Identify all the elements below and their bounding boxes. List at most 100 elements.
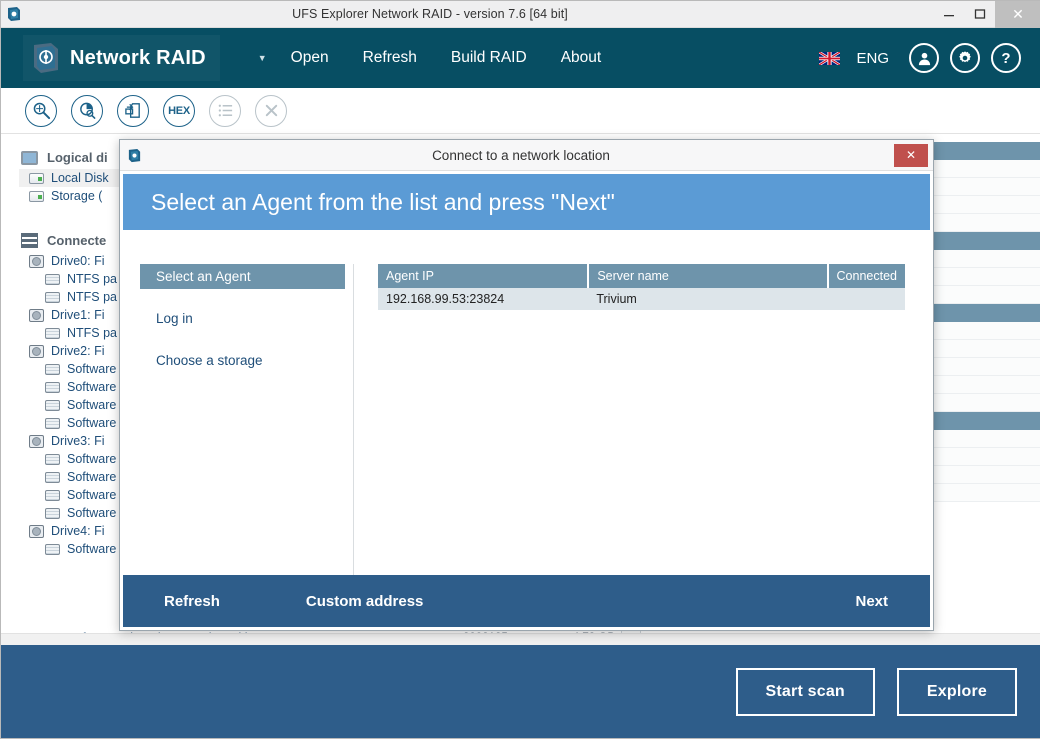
application-window: UFS Explorer Network RAID - version 7.6 … bbox=[0, 0, 1040, 739]
help-icon[interactable]: ? bbox=[991, 43, 1021, 73]
partition-icon bbox=[45, 363, 60, 375]
drive-icon bbox=[29, 524, 44, 538]
tree-section-logical-label: Logical di bbox=[47, 150, 108, 165]
tree-item-label: NTFS pa bbox=[67, 272, 118, 286]
agent-table: Agent IP Server name Connected 192.168.9… bbox=[378, 264, 905, 310]
partition-icon bbox=[45, 327, 60, 339]
tree-item-label: Software bbox=[67, 380, 117, 394]
table-row[interactable]: 192.168.99.53:23824 Trivium bbox=[378, 288, 905, 310]
server-icon bbox=[21, 233, 38, 248]
tree-item-label: Drive2: Fi bbox=[51, 344, 105, 358]
hex-viewer-icon[interactable]: HEX bbox=[163, 94, 195, 127]
network-raid-logo-icon bbox=[31, 42, 61, 74]
tree-item-label: Software bbox=[67, 398, 117, 412]
chevron-down-icon[interactable]: ▼ bbox=[258, 53, 267, 63]
partition-icon bbox=[45, 543, 60, 555]
tree-item-label: Software bbox=[67, 470, 117, 484]
tree-item-label: Software bbox=[67, 416, 117, 430]
tree-item-label: Drive0: Fi bbox=[51, 254, 105, 268]
tree-item-label: Drive1: Fi bbox=[51, 308, 105, 322]
close-button[interactable]: ✕ bbox=[995, 0, 1040, 28]
step-choose-a-storage[interactable]: Choose a storage bbox=[140, 348, 345, 373]
column-server-name[interactable]: Server name bbox=[588, 264, 829, 288]
tree-item-label: Drive3: Fi bbox=[51, 434, 105, 448]
properties-list-icon[interactable] bbox=[209, 94, 241, 127]
scan-icon[interactable] bbox=[25, 94, 57, 127]
partition-icon bbox=[45, 417, 60, 429]
tree-item-label: Software bbox=[67, 488, 117, 502]
partition-icon bbox=[45, 399, 60, 411]
dialog-banner: Select an Agent from the list and press … bbox=[123, 174, 930, 230]
tree-item-label: Local Disk bbox=[51, 171, 109, 185]
partition-icon bbox=[45, 291, 60, 303]
gear-icon[interactable] bbox=[950, 43, 980, 73]
cell-connected bbox=[827, 288, 905, 310]
window-titlebar: UFS Explorer Network RAID - version 7.6 … bbox=[1, 0, 1040, 28]
bottom-action-bar: Start scan Explore bbox=[1, 645, 1040, 738]
start-scan-button[interactable]: Start scan bbox=[735, 667, 875, 716]
drive-icon bbox=[29, 344, 44, 358]
window-title: UFS Explorer Network RAID - version 7.6 … bbox=[292, 7, 568, 21]
tree-item-label: Software bbox=[67, 506, 117, 520]
drive-icon bbox=[29, 434, 44, 448]
drive-icon bbox=[29, 254, 44, 268]
dialog-footer: Refresh Custom address Next bbox=[123, 575, 930, 627]
brand-label: Network RAID bbox=[70, 46, 206, 69]
cell-agent-ip: 192.168.99.53:23824 bbox=[378, 288, 589, 310]
app-logo-icon bbox=[1, 1, 27, 28]
custom-address-button[interactable]: Custom address bbox=[292, 593, 438, 610]
tree-item-label: NTFS pa bbox=[67, 326, 118, 340]
maximize-button[interactable] bbox=[964, 1, 995, 28]
window-controls: ✕ bbox=[933, 0, 1040, 28]
nav-item-build-raid[interactable]: Build RAID bbox=[434, 43, 544, 73]
column-agent-ip[interactable]: Agent IP bbox=[378, 264, 590, 288]
tree-item-label: Software bbox=[67, 452, 117, 466]
dialog-app-icon bbox=[120, 148, 148, 163]
main-navbar: Network RAID ▼ Open Refresh Build RAID A… bbox=[1, 28, 1040, 88]
partition-icon bbox=[45, 489, 60, 501]
partition-icon bbox=[45, 273, 60, 285]
drive-icon bbox=[29, 308, 44, 322]
dialog-main-pane: Agent IP Server name Connected 192.168.9… bbox=[354, 264, 930, 575]
column-connected[interactable]: Connected bbox=[827, 264, 905, 288]
partition-icon bbox=[45, 507, 60, 519]
tree-item-label: Software bbox=[67, 542, 117, 556]
nav-links: ▼ Open Refresh Build RAID About bbox=[258, 43, 618, 73]
disk-icon bbox=[29, 190, 44, 202]
partition-icon bbox=[45, 381, 60, 393]
account-icon[interactable] bbox=[909, 43, 939, 73]
language-label[interactable]: ENG bbox=[856, 50, 889, 67]
step-select-an-agent[interactable]: Select an Agent bbox=[140, 264, 345, 289]
tree-section-connected-label: Connecte bbox=[47, 233, 107, 248]
dialog-close-button[interactable]: ✕ bbox=[894, 143, 928, 167]
tree-item-label: Storage ( bbox=[51, 189, 103, 203]
minimize-button[interactable] bbox=[933, 1, 964, 28]
step-log-in[interactable]: Log in bbox=[140, 306, 345, 331]
nav-item-refresh[interactable]: Refresh bbox=[346, 43, 434, 73]
next-button[interactable]: Next bbox=[841, 593, 902, 610]
nav-item-open[interactable]: Open bbox=[274, 43, 346, 73]
partition-icon bbox=[45, 453, 60, 465]
monitor-icon bbox=[21, 150, 38, 165]
connect-network-location-dialog: Connect to a network location ✕ Select a… bbox=[119, 139, 934, 631]
dialog-titlebar: Connect to a network location ✕ bbox=[120, 140, 933, 171]
close-storage-icon[interactable] bbox=[255, 94, 287, 127]
disk-usage-icon[interactable] bbox=[71, 94, 103, 127]
tree-item-label: Drive4: Fi bbox=[51, 524, 105, 538]
tree-item-label: Software bbox=[67, 362, 117, 376]
dialog-title: Connect to a network location bbox=[432, 147, 610, 163]
save-image-icon[interactable] bbox=[117, 94, 149, 127]
nav-right-group: ENG ? bbox=[819, 43, 1021, 73]
nav-item-about[interactable]: About bbox=[544, 43, 619, 73]
tree-item-label: NTFS pa bbox=[67, 290, 118, 304]
partition-icon bbox=[45, 471, 60, 483]
disk-icon bbox=[29, 172, 44, 184]
explore-button[interactable]: Explore bbox=[896, 667, 1017, 716]
brand: Network RAID bbox=[23, 35, 220, 81]
agent-table-header-row: Agent IP Server name Connected bbox=[378, 264, 905, 288]
main-toolbar: HEX bbox=[1, 88, 1040, 134]
dialog-step-list: Select an Agent Log in Choose a storage bbox=[140, 264, 354, 575]
dialog-body: Select an Agent Log in Choose a storage … bbox=[123, 230, 930, 575]
refresh-button[interactable]: Refresh bbox=[150, 593, 234, 610]
cell-server-name: Trivium bbox=[588, 288, 828, 310]
